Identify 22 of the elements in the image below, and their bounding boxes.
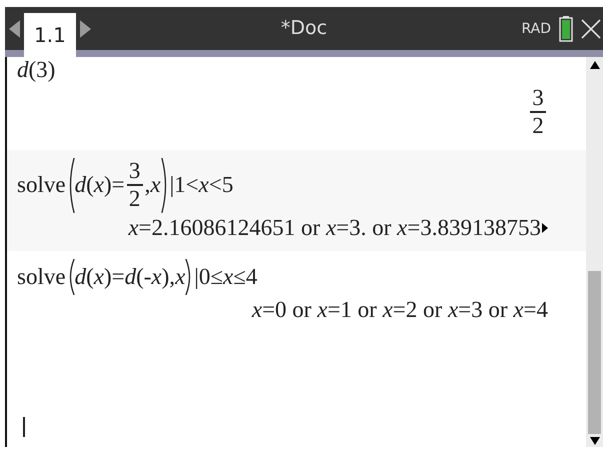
math-text: solve	[17, 172, 66, 198]
scrollbar[interactable]	[586, 57, 603, 447]
math-text: ,x	[144, 172, 161, 198]
battery-icon	[559, 16, 573, 42]
math-text: |0≤x≤4	[194, 264, 258, 290]
scroll-down-icon[interactable]	[590, 437, 600, 445]
math-text: x=0 or x=1 or x=2 or x=3 or x=4	[252, 296, 548, 323]
math-text: solve	[17, 264, 66, 290]
next-page-icon[interactable]	[80, 20, 91, 38]
scrollbar-thumb[interactable]	[588, 271, 601, 434]
close-icon[interactable]	[581, 18, 601, 38]
scroll-up-icon[interactable]	[590, 61, 600, 69]
math-text: d(3)	[17, 57, 56, 83]
document-title: *Doc	[280, 16, 328, 41]
math-text: |1<x<5	[170, 172, 234, 198]
math-text: d(x)=d(-x),x	[74, 264, 186, 290]
page-tab[interactable]: 1.1	[24, 13, 76, 57]
math-text: x=2.16086124651 or x=3. or x=3.839138753	[128, 214, 541, 241]
previous-page-icon[interactable]	[9, 20, 20, 38]
angle-mode: RAD	[521, 20, 551, 36]
fraction: 3 2	[529, 85, 547, 140]
math-text: d(x)=	[74, 172, 125, 198]
